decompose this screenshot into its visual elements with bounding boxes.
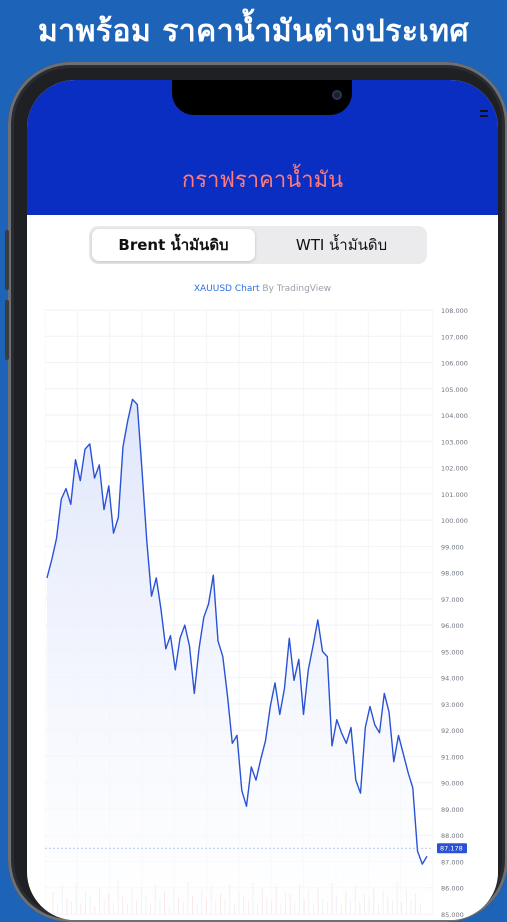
y-tick-label: 95.000 bbox=[441, 648, 464, 656]
y-tick-label: 102.000 bbox=[441, 465, 468, 473]
y-tick-label: 86.000 bbox=[441, 885, 464, 893]
y-tick-label: 87.000 bbox=[441, 858, 464, 866]
y-tick-label: 103.000 bbox=[441, 438, 468, 446]
app-header: กราฟราคาน้ำมัน bbox=[27, 80, 498, 215]
promo-title: มาพร้อม ราคาน้ำมันต่างประเทศ bbox=[37, 14, 470, 49]
tab-brent[interactable]: Brent น้ำมันดิบ bbox=[92, 229, 255, 261]
y-tick-label: 108.000 bbox=[441, 307, 468, 315]
price-chart[interactable]: 85.000 86.000 87.000 88.000 89.000 90.000 91.0… bbox=[44, 302, 498, 920]
menu-icon[interactable] bbox=[480, 110, 490, 124]
oil-type-segmented-control: Brent น้ำมันดิบ WTI น้ำมันดิบ bbox=[89, 226, 427, 264]
phone-side-button bbox=[5, 230, 9, 290]
app-screen: กราฟราคาน้ำมัน Brent น้ำมันดิบ WTI น้ำมั… bbox=[27, 80, 498, 920]
y-tick-label: 90.000 bbox=[441, 780, 464, 788]
y-tick-label: 99.000 bbox=[441, 543, 464, 551]
y-tick-label: 100.000 bbox=[441, 517, 468, 525]
y-tick-label: 104.000 bbox=[441, 412, 468, 420]
y-tick-label: 96.000 bbox=[441, 622, 464, 630]
tab-wti[interactable]: WTI น้ำมันดิบ bbox=[259, 229, 424, 261]
price-area bbox=[47, 399, 427, 914]
last-price-label: 87.178 bbox=[440, 845, 463, 853]
y-tick-label: 101.000 bbox=[441, 491, 468, 499]
y-tick-label: 93.000 bbox=[441, 701, 464, 709]
y-tick-label: 105.000 bbox=[441, 386, 468, 394]
y-tick-label: 88.000 bbox=[441, 832, 464, 840]
y-tick-label: 92.000 bbox=[441, 727, 464, 735]
y-tick-label: 98.000 bbox=[441, 570, 464, 578]
price-chart-svg[interactable]: 85.000 86.000 87.000 88.000 89.000 90.000 91.0… bbox=[44, 302, 498, 920]
y-tick-label: 107.000 bbox=[441, 333, 468, 341]
chart-attribution-by: By TradingView bbox=[259, 284, 332, 294]
phone-notch bbox=[172, 80, 352, 115]
y-tick-label: 94.000 bbox=[441, 675, 464, 683]
chart-attribution[interactable]: XAUUSD Chart By TradingView bbox=[27, 284, 498, 294]
camera-icon bbox=[332, 90, 342, 100]
y-tick-label: 106.000 bbox=[441, 360, 468, 368]
page-title: กราฟราคาน้ำมัน bbox=[181, 168, 344, 193]
y-tick-label: 89.000 bbox=[441, 806, 464, 814]
y-tick-label: 97.000 bbox=[441, 596, 464, 604]
y-tick-label: 91.000 bbox=[441, 753, 464, 761]
y-tick-label: 85.000 bbox=[441, 911, 464, 919]
phone-side-button bbox=[5, 300, 9, 360]
chart-symbol-link[interactable]: XAUUSD Chart bbox=[194, 284, 260, 294]
